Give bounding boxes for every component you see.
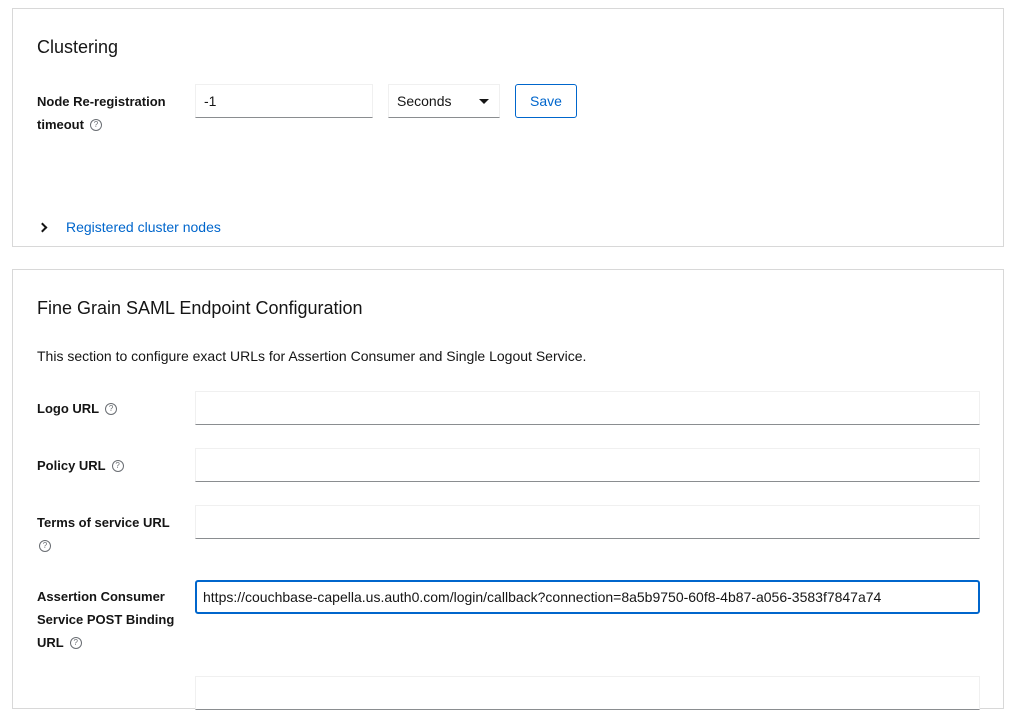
policy-url-label: Policy URL? [37, 454, 187, 477]
assertion-consumer-post-url-label: Assertion Consumer Service POST Binding … [37, 589, 175, 650]
policy-url-input[interactable] [195, 448, 980, 482]
chevron-right-icon [37, 222, 48, 232]
next-url-input[interactable] [195, 676, 980, 710]
save-button[interactable]: Save [515, 84, 577, 118]
saml-section-title: Fine Grain SAML Endpoint Configuration [37, 298, 363, 318]
question-circle-icon[interactable]: ? [105, 402, 118, 415]
node-reregistration-label: Node Re-registration timeout? [37, 94, 166, 132]
clustering-title: Clustering [37, 37, 119, 57]
registered-cluster-nodes-toggle[interactable]: Registered cluster nodes [37, 219, 221, 235]
question-circle-icon[interactable]: ? [89, 118, 102, 131]
terms-of-service-url-label: Terms of service URL? [37, 515, 170, 552]
node-reregistration-timeout-input[interactable] [195, 84, 373, 118]
logo-url-input[interactable] [195, 391, 980, 425]
assertion-consumer-post-url-input[interactable] [195, 580, 980, 614]
question-circle-icon[interactable]: ? [39, 539, 51, 552]
terms-of-service-url-input[interactable] [195, 505, 980, 539]
question-circle-icon[interactable]: ? [111, 459, 124, 472]
saml-endpoint-card: Fine Grain SAML Endpoint Configuration T… [12, 269, 1004, 710]
saml-section-description: This section to configure exact URLs for… [37, 348, 587, 364]
caret-down-icon [479, 99, 489, 104]
logo-url-label: Logo URL? [37, 397, 187, 420]
timeout-unit-select[interactable]: Seconds [388, 84, 500, 118]
clustering-card: Clustering Node Re-registration timeout?… [12, 8, 1004, 247]
registered-cluster-nodes-link[interactable]: Registered cluster nodes [66, 219, 221, 235]
question-circle-icon[interactable]: ? [69, 636, 82, 649]
